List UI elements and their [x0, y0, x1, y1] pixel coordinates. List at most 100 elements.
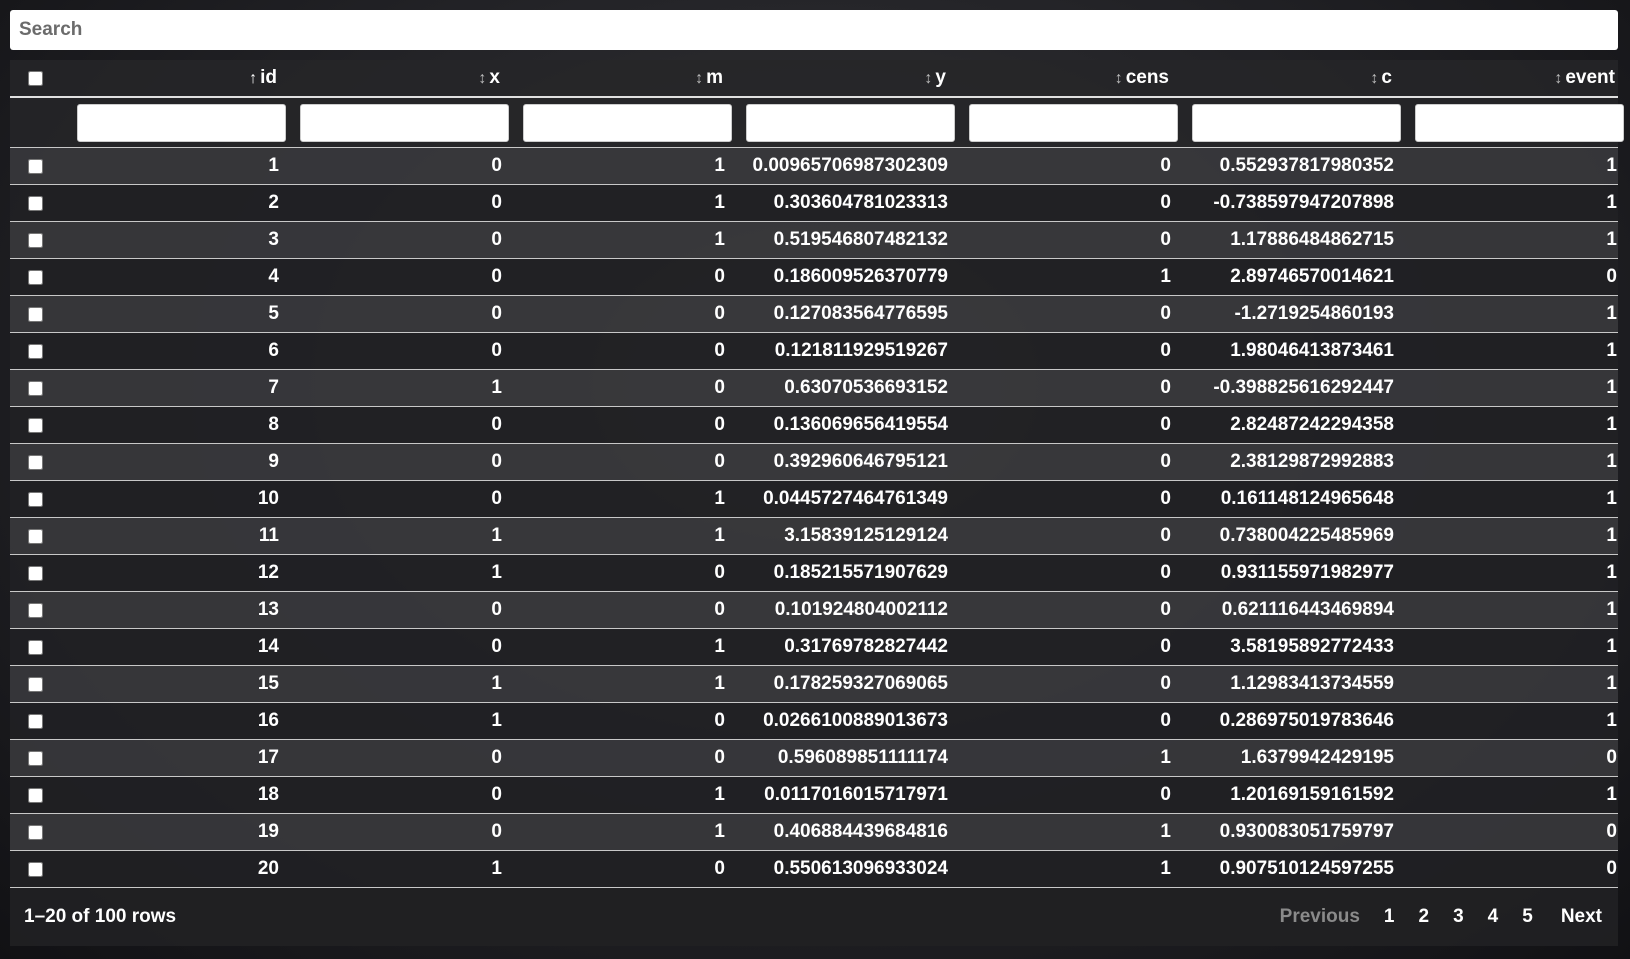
- row-select-checkbox[interactable]: [28, 565, 43, 581]
- table-cell-cens: 0: [1160, 340, 1171, 361]
- table-cell-c: 0.907510124597255: [1219, 858, 1394, 879]
- column-header-event[interactable]: ↕ event: [1405, 67, 1628, 89]
- table-cell-y: 0.178259327069065: [773, 673, 948, 694]
- row-select-checkbox[interactable]: [28, 824, 43, 840]
- table-cell-m: 0: [714, 451, 725, 472]
- sort-icon: ↕: [478, 70, 487, 87]
- row-select-checkbox[interactable]: [28, 602, 43, 618]
- table-cell-x: 0: [491, 414, 502, 435]
- table-cell-cens: 0: [1160, 229, 1171, 250]
- table-cell-id: 15: [257, 673, 279, 694]
- table-cell-x: 1: [491, 858, 502, 879]
- table-cell-x: 1: [491, 710, 502, 731]
- table-cell-c: 0.161148124965648: [1220, 488, 1394, 509]
- table-cell-cens: 0: [1160, 303, 1171, 324]
- row-select-checkbox[interactable]: [28, 750, 43, 766]
- table-row: 19 0 1 0.406884439684816 1 0.930083051759797 0: [10, 814, 1618, 851]
- table-row: 10 0 1 0.0445727464761349 0 0.161148124965648…: [10, 481, 1618, 518]
- filter-input-c[interactable]: [1192, 103, 1401, 142]
- table-row: 4 0 0 0.186009526370779 1 2.89746570014621 0: [10, 259, 1618, 296]
- table-cell-x: 1: [491, 525, 502, 546]
- table-cell-c: -0.738597947207898: [1213, 192, 1394, 213]
- row-select-checkbox[interactable]: [28, 491, 43, 507]
- table-cell-c: -0.398825616292447: [1213, 377, 1394, 398]
- table-cell-c: 1.98046413873461: [1230, 340, 1394, 361]
- filter-input-event[interactable]: [1415, 103, 1624, 142]
- table-cell-event: 1: [1606, 414, 1617, 435]
- filter-input-x[interactable]: [300, 103, 509, 142]
- row-select-checkbox[interactable]: [28, 380, 43, 396]
- table-cell-id: 18: [257, 784, 279, 805]
- row-select-checkbox[interactable]: [28, 639, 43, 655]
- page-button-2[interactable]: 2: [1419, 906, 1430, 928]
- row-select-checkbox[interactable]: [28, 195, 43, 211]
- table-cell-y: 0.392960646795121: [773, 451, 948, 472]
- row-select-checkbox[interactable]: [28, 417, 43, 433]
- table-cell-cens: 0: [1160, 710, 1171, 731]
- table-cell-y: 0.519546807482132: [773, 229, 948, 250]
- filter-input-m[interactable]: [523, 103, 732, 142]
- column-header-id[interactable]: ↑ id: [67, 67, 290, 89]
- table-cell-m: 1: [714, 821, 725, 842]
- table-cell-x: 0: [491, 266, 502, 287]
- table-cell-event: 1: [1606, 192, 1617, 213]
- table-cell-y: 0.00965706987302309: [752, 155, 948, 176]
- row-select-checkbox[interactable]: [28, 158, 43, 174]
- table-cell-id: 6: [268, 340, 279, 361]
- column-header-m[interactable]: ↕ m: [513, 67, 736, 89]
- row-select-checkbox[interactable]: [28, 861, 43, 877]
- table-row: 14 0 1 0.31769782827442 0 3.58195892772433 1: [10, 629, 1618, 666]
- row-select-checkbox[interactable]: [28, 713, 43, 729]
- column-header-c[interactable]: ↕ c: [1182, 67, 1405, 89]
- table-cell-y: 0.185215571907629: [773, 562, 948, 583]
- table-cell-event: 1: [1606, 451, 1617, 472]
- table-cell-m: 1: [714, 636, 725, 657]
- table-cell-y: 3.15839125129124: [784, 525, 948, 546]
- search-input[interactable]: [10, 10, 1618, 50]
- column-header-y[interactable]: ↕ y: [736, 67, 959, 89]
- table-cell-c: 1.6379942429195: [1240, 747, 1394, 768]
- row-select-checkbox[interactable]: [28, 676, 43, 692]
- table-cell-cens: 0: [1160, 599, 1171, 620]
- row-select-checkbox[interactable]: [28, 232, 43, 248]
- table-cell-id: 2: [268, 192, 279, 213]
- row-select-checkbox[interactable]: [28, 269, 43, 285]
- filter-input-y[interactable]: [746, 103, 955, 142]
- table-cell-event: 1: [1606, 525, 1617, 546]
- column-header-x[interactable]: ↕ x: [290, 67, 513, 89]
- previous-page-button[interactable]: Previous: [1280, 906, 1360, 928]
- page-button-5[interactable]: 5: [1522, 906, 1533, 928]
- table-cell-c: 3.58195892772433: [1230, 636, 1394, 657]
- table-cell-c: 2.82487242294358: [1230, 414, 1394, 435]
- table-cell-cens: 1: [1160, 821, 1171, 842]
- row-select-checkbox[interactable]: [28, 343, 43, 359]
- table-cell-x: 0: [491, 303, 502, 324]
- table-cell-c: -1.2719254860193: [1234, 303, 1394, 324]
- row-select-checkbox[interactable]: [28, 454, 43, 470]
- row-select-checkbox[interactable]: [28, 528, 43, 544]
- page-button-1[interactable]: 1: [1384, 906, 1395, 928]
- row-select-checkbox[interactable]: [28, 787, 43, 803]
- table-cell-id: 9: [268, 451, 279, 472]
- sort-icon: ↕: [1554, 70, 1563, 87]
- table-cell-id: 11: [258, 525, 279, 546]
- table-cell-cens: 1: [1160, 266, 1171, 287]
- table-cell-x: 0: [491, 784, 502, 805]
- table-cell-cens: 0: [1160, 414, 1171, 435]
- table-cell-c: 1.12983413734559: [1230, 673, 1394, 694]
- page-button-4[interactable]: 4: [1488, 906, 1499, 928]
- table-cell-x: 1: [491, 562, 502, 583]
- table-cell-x: 0: [491, 340, 502, 361]
- table-cell-event: 1: [1606, 784, 1617, 805]
- column-header-cens[interactable]: ↕ cens: [959, 67, 1182, 89]
- select-all-checkbox[interactable]: [28, 70, 43, 86]
- page-button-3[interactable]: 3: [1453, 906, 1464, 928]
- row-select-checkbox[interactable]: [28, 306, 43, 322]
- table-cell-id: 7: [268, 377, 279, 398]
- table-cell-event: 1: [1606, 562, 1617, 583]
- filter-input-id[interactable]: [77, 103, 286, 142]
- next-page-button[interactable]: Next: [1561, 906, 1602, 928]
- table-cell-m: 0: [714, 710, 725, 731]
- table-cell-y: 0.0266100889013673: [763, 710, 948, 731]
- filter-input-cens[interactable]: [969, 103, 1178, 142]
